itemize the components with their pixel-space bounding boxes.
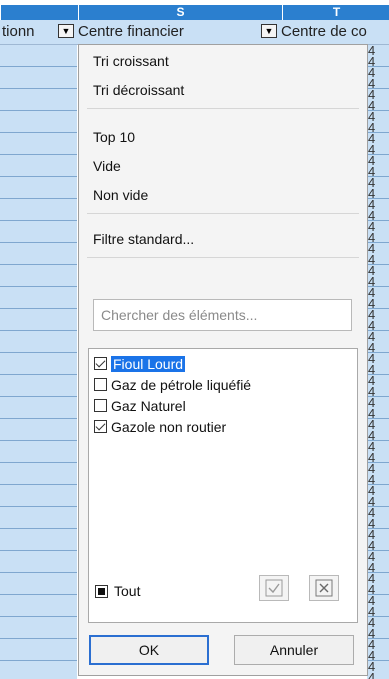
- autofilter-dropdown-button[interactable]: ▼: [58, 24, 74, 38]
- list-item-gpl[interactable]: Gaz de pétrole liquéfié: [94, 375, 251, 394]
- header-cell-left[interactable]: tionn: [2, 20, 57, 44]
- list-item-fioul-lourd[interactable]: Fioul Lourd: [94, 354, 186, 373]
- check-icon: [265, 579, 283, 597]
- column-t-digit: 4: [368, 670, 376, 679]
- column-header-T[interactable]: T: [282, 5, 389, 20]
- search-input[interactable]: Chercher des éléments...: [93, 299, 352, 331]
- standard-filter-item[interactable]: Filtre standard...: [93, 231, 194, 247]
- ok-button[interactable]: OK: [89, 635, 209, 665]
- separator: [87, 213, 359, 214]
- checkbox-checked[interactable]: [94, 357, 107, 370]
- list-item-label: Gaz de pétrole liquéfié: [111, 376, 252, 393]
- list-item-label: Gazole non routier: [111, 418, 227, 435]
- column-header-S[interactable]: S: [78, 5, 282, 20]
- separator: [87, 108, 359, 109]
- list-item-label: Fioul Lourd: [111, 355, 186, 372]
- list-item-label: Gaz Naturel: [111, 397, 186, 414]
- column-t-values: 4444444444444444444444444444444444444444…: [368, 45, 389, 679]
- empty-item[interactable]: Vide: [93, 158, 121, 174]
- checkbox-checked[interactable]: [94, 420, 107, 433]
- select-current-button[interactable]: [259, 575, 289, 601]
- select-all-toggle[interactable]: Tout: [95, 583, 140, 599]
- separator: [87, 257, 359, 258]
- list-item-gazole[interactable]: Gazole non routier: [94, 417, 226, 436]
- not-empty-item[interactable]: Non vide: [93, 187, 148, 203]
- checkbox-unchecked[interactable]: [94, 399, 107, 412]
- cross-icon: [315, 579, 333, 597]
- list-item-gaz-naturel[interactable]: Gaz Naturel: [94, 396, 186, 415]
- sort-descending-item[interactable]: Tri décroissant: [93, 82, 184, 98]
- header-cell-centre-financier[interactable]: Centre financier: [78, 20, 253, 44]
- autofilter-dropdown-button-active[interactable]: ▼: [261, 24, 277, 38]
- tristate-checkbox[interactable]: [95, 584, 108, 598]
- column-header-R[interactable]: [0, 5, 78, 20]
- header-row: tionn ▼ Centre financier ▼ Centre de co: [0, 20, 389, 45]
- select-all-label: Tout: [114, 583, 141, 599]
- checkbox-unchecked[interactable]: [94, 378, 107, 391]
- header-cell-centre-de-co[interactable]: Centre de co: [281, 20, 389, 44]
- autofilter-popup: Tri croissant Tri décroissant Top 10 Vid…: [78, 44, 368, 676]
- top10-item[interactable]: Top 10: [93, 129, 135, 145]
- cancel-button[interactable]: Annuler: [234, 635, 354, 665]
- sort-ascending-item[interactable]: Tri croissant: [93, 53, 169, 69]
- unselect-current-button[interactable]: [309, 575, 339, 601]
- grid-column-left: [0, 45, 77, 679]
